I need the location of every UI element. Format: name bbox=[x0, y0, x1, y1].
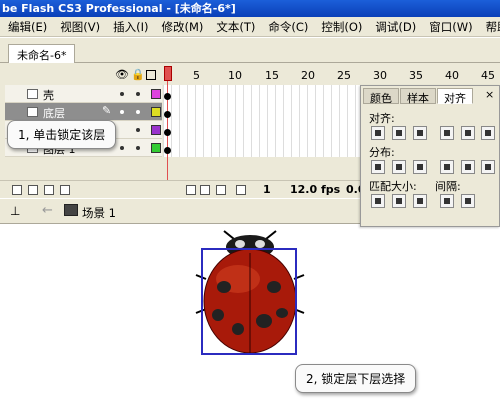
outline-icon[interactable] bbox=[146, 70, 156, 80]
frame-number: 45 bbox=[481, 69, 495, 82]
layer-name: 壳 bbox=[43, 89, 54, 102]
tab-swatches[interactable]: 样本 bbox=[400, 88, 436, 105]
space-horizontal-icon[interactable] bbox=[461, 194, 475, 208]
back-arrow-icon[interactable]: ← bbox=[42, 203, 53, 218]
visibility-dot[interactable] bbox=[120, 92, 124, 96]
layer-color-box[interactable] bbox=[151, 143, 161, 153]
distribute-label: 分布: bbox=[369, 146, 395, 159]
space-vertical-icon[interactable] bbox=[440, 194, 454, 208]
trash-icon[interactable] bbox=[60, 185, 70, 195]
center-frame-icon[interactable] bbox=[186, 185, 196, 195]
selection-bounding-box bbox=[201, 248, 297, 355]
tab-color[interactable]: 颜色 bbox=[363, 88, 399, 105]
close-icon[interactable]: × bbox=[485, 88, 494, 101]
title-bar: be Flash CS3 Professional - [未命名-6*] bbox=[0, 0, 500, 17]
distribute-left-icon[interactable] bbox=[440, 160, 454, 174]
distribute-right-icon[interactable] bbox=[481, 160, 495, 174]
edit-multiple-frames-icon[interactable] bbox=[236, 185, 246, 195]
keyframe[interactable] bbox=[164, 93, 171, 100]
document-tab[interactable]: 未命名-6* bbox=[8, 44, 76, 63]
align-top-icon[interactable] bbox=[440, 126, 454, 140]
menu-modify[interactable]: 修改(M) bbox=[161, 19, 203, 35]
match-height-icon[interactable] bbox=[392, 194, 406, 208]
visibility-dot[interactable] bbox=[120, 110, 124, 114]
onion-skin-icon[interactable] bbox=[200, 185, 210, 195]
frame-rate: 12.0 fps bbox=[290, 183, 341, 196]
onion-outline-icon[interactable] bbox=[216, 185, 226, 195]
scene-label[interactable]: 场景 1 bbox=[82, 205, 116, 221]
align-label: 对齐: bbox=[369, 112, 395, 125]
menu-window[interactable]: 窗口(W) bbox=[429, 19, 472, 35]
clapperboard-icon bbox=[64, 204, 78, 216]
window-title: be Flash CS3 Professional - [未命名-6*] bbox=[2, 2, 236, 15]
menu-help[interactable]: 帮助 bbox=[486, 19, 500, 35]
layer-icon bbox=[27, 89, 38, 99]
eye-icon[interactable]: 👁 bbox=[115, 68, 129, 81]
tab-align[interactable]: 对齐 bbox=[437, 88, 473, 105]
align-right-icon[interactable] bbox=[413, 126, 427, 140]
menu-view[interactable]: 视图(V) bbox=[60, 19, 100, 35]
lock-dot[interactable] bbox=[136, 92, 140, 96]
callout-select-below: 2, 锁定层下层选择 bbox=[295, 364, 417, 393]
layer-icon bbox=[27, 107, 38, 117]
layer-color-box[interactable] bbox=[151, 107, 161, 117]
menu-bar: 编辑(E) 视图(V) 插入(I) 修改(M) 文本(T) 命令(C) 控制(O… bbox=[0, 17, 500, 37]
frame-number: 25 bbox=[337, 69, 351, 82]
match-size-label: 匹配大小: bbox=[369, 180, 417, 193]
frame-number: 10 bbox=[228, 69, 242, 82]
align-left-icon[interactable] bbox=[371, 126, 385, 140]
layer-color-box[interactable] bbox=[151, 125, 161, 135]
frame-grid[interactable] bbox=[163, 85, 363, 157]
menu-debug[interactable]: 调试(D) bbox=[375, 19, 416, 35]
menu-commands[interactable]: 命令(C) bbox=[268, 19, 308, 35]
match-both-icon[interactable] bbox=[413, 194, 427, 208]
layer-color-box[interactable] bbox=[151, 89, 161, 99]
frame-number: 30 bbox=[373, 69, 387, 82]
distribute-vcenter-icon[interactable] bbox=[392, 160, 406, 174]
callout-lock-layer: 1, 单击锁定该层 bbox=[7, 120, 117, 149]
menu-text[interactable]: 文本(T) bbox=[216, 19, 255, 35]
folder-icon[interactable] bbox=[44, 185, 54, 195]
document-tabstrip: 未命名-6* bbox=[0, 38, 500, 63]
menu-edit[interactable]: 编辑(E) bbox=[8, 19, 47, 35]
lock-dot[interactable] bbox=[136, 128, 140, 132]
align-bottom-icon[interactable] bbox=[481, 126, 495, 140]
match-width-icon[interactable] bbox=[371, 194, 385, 208]
frame-number: 20 bbox=[301, 69, 315, 82]
align-panel: 颜色 样本 对齐 × 对齐: 分布: 匹配大小: 间隔: bbox=[360, 85, 500, 227]
lock-dot[interactable] bbox=[136, 110, 140, 114]
distribute-hcenter-icon[interactable] bbox=[461, 160, 475, 174]
align-vcenter-icon[interactable] bbox=[461, 126, 475, 140]
keyframe[interactable] bbox=[164, 111, 171, 118]
spacing-label: 间隔: bbox=[435, 180, 461, 193]
frame-number: 5 bbox=[193, 69, 200, 82]
frame-number: 35 bbox=[409, 69, 423, 82]
new-layer-icon[interactable] bbox=[12, 185, 22, 195]
menu-insert[interactable]: 插入(I) bbox=[113, 19, 148, 35]
current-frame: 1 bbox=[263, 183, 271, 196]
playhead[interactable] bbox=[164, 66, 172, 81]
menu-control[interactable]: 控制(O) bbox=[321, 19, 362, 35]
lock-icon[interactable]: 🔒 bbox=[131, 68, 145, 81]
frame-number: 40 bbox=[445, 69, 459, 82]
align-hcenter-icon[interactable] bbox=[392, 126, 406, 140]
distribute-bottom-icon[interactable] bbox=[413, 160, 427, 174]
timeline-toggle-icon[interactable]: ⊥ bbox=[10, 204, 20, 218]
keyframe[interactable] bbox=[164, 147, 171, 154]
visibility-dot[interactable] bbox=[120, 146, 124, 150]
distribute-top-icon[interactable] bbox=[371, 160, 385, 174]
layer-row-selected[interactable]: 底层 ✎ bbox=[5, 103, 162, 121]
motion-guide-icon[interactable] bbox=[28, 185, 38, 195]
panel-tabs: 颜色 样本 对齐 bbox=[363, 88, 474, 105]
layer-name: 底层 bbox=[43, 107, 65, 120]
frame-number: 15 bbox=[265, 69, 279, 82]
pencil-icon: ✎ bbox=[102, 104, 112, 117]
keyframe[interactable] bbox=[164, 129, 171, 136]
layer-row[interactable]: 壳 bbox=[5, 85, 162, 103]
lock-dot[interactable] bbox=[136, 146, 140, 150]
